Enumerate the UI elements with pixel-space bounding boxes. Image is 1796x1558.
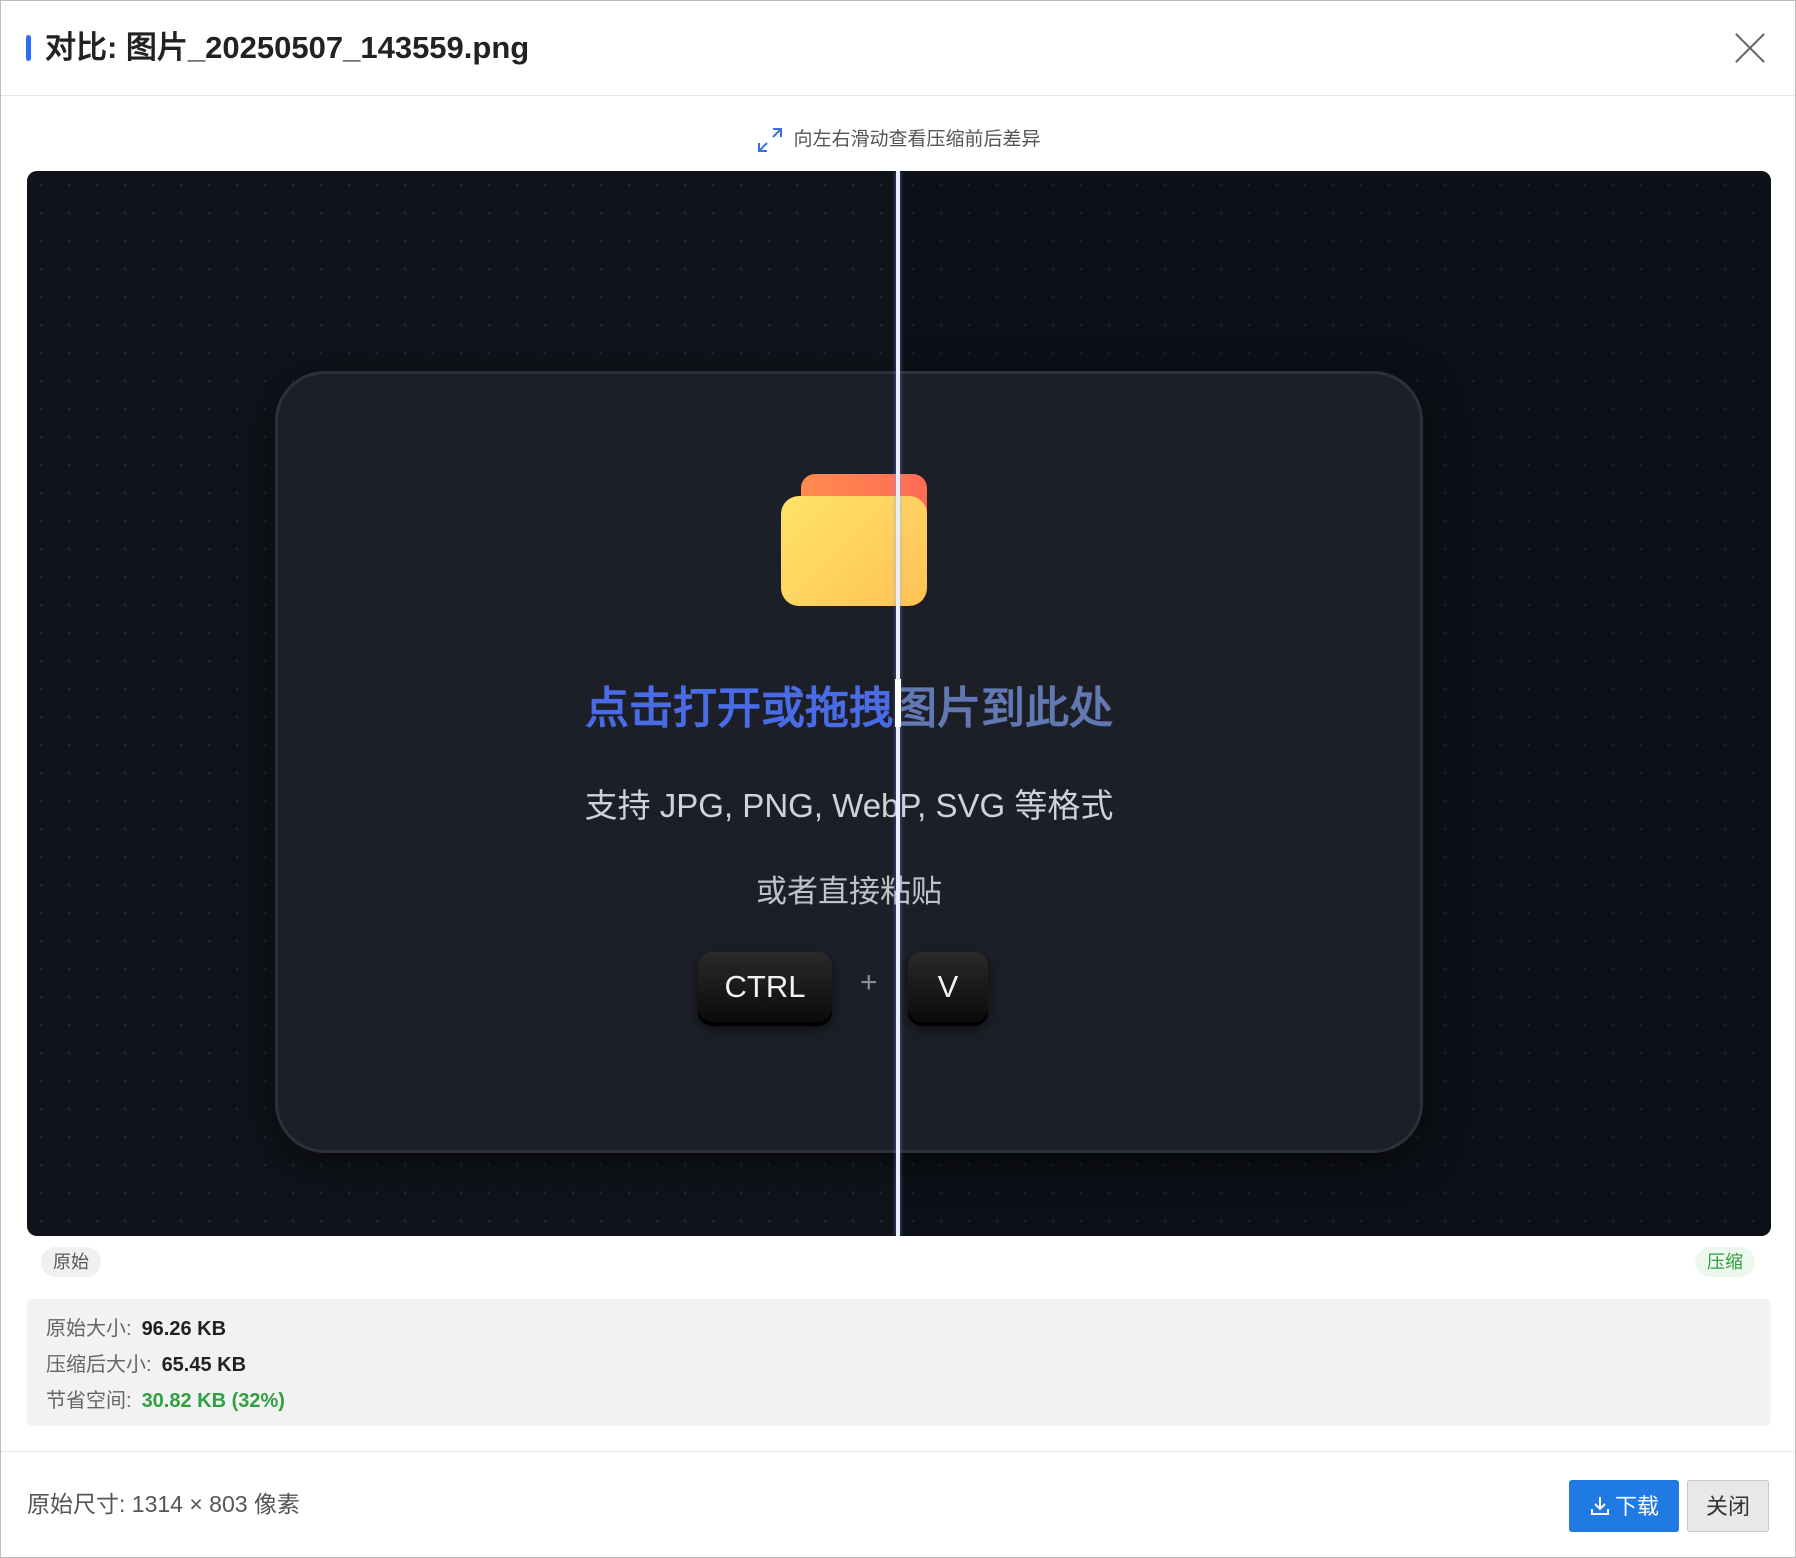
download-icon bbox=[1590, 1497, 1609, 1515]
shortcut-keys: CTRL + V bbox=[278, 952, 1420, 1030]
download-button-label: 下载 bbox=[1614, 1494, 1659, 1519]
paste-hint: 或者直接粘贴 bbox=[756, 874, 942, 909]
folder-icon bbox=[781, 474, 927, 606]
slide-hint: 向左右滑动查看压缩前后差异 bbox=[1, 124, 1795, 156]
download-button[interactable]: 下载 bbox=[1569, 1480, 1679, 1532]
dialog-title: 对比: 图片_20250507_143559.png bbox=[45, 30, 530, 65]
slider-grip[interactable] bbox=[895, 679, 901, 727]
preview-drop-card: 点击打开或拖拽图片到此处 支持 JPG, PNG, WebP, SVG 等格式 … bbox=[275, 371, 1423, 1153]
compressed-label: 压缩 bbox=[1695, 1247, 1755, 1277]
v-key: V bbox=[908, 952, 988, 1022]
compare-dialog: 对比: 图片_20250507_143559.png 向左右滑动查看压缩前后差异… bbox=[0, 0, 1796, 1558]
original-size-row: 原始大小: 96.26 KB bbox=[46, 1311, 226, 1347]
stats-panel: 原始大小: 96.26 KB 压缩后大小: 65.45 KB 节省空间: 30.82 … bbox=[27, 1299, 1771, 1426]
dialog-footer: 原始尺寸: 1314 × 803 像素 下载 关闭 bbox=[1, 1451, 1795, 1558]
supported-formats: 支持 JPG, PNG, WebP, SVG 等格式 bbox=[584, 787, 1114, 824]
compressed-size-label: 压缩后大小: bbox=[46, 1354, 152, 1376]
dialog-header: 对比: 图片_20250507_143559.png bbox=[1, 1, 1795, 96]
compressed-size-value: 65.45 KB bbox=[161, 1354, 247, 1376]
expand-arrows-icon bbox=[758, 127, 783, 152]
drop-title-part2: 图片到此处 bbox=[893, 684, 1113, 733]
close-icon[interactable] bbox=[1733, 31, 1767, 65]
drop-title: 点击打开或拖拽图片到此处 bbox=[278, 679, 1420, 739]
saved-space-value: 30.82 KB (32%) bbox=[141, 1390, 285, 1412]
original-size-label: 原始大小: bbox=[46, 1318, 132, 1340]
plus-sign: + bbox=[860, 966, 878, 999]
drop-title-part1: 点击打开或拖拽 bbox=[585, 684, 893, 733]
saved-space-label: 节省空间: bbox=[46, 1390, 132, 1412]
original-label: 原始 bbox=[41, 1247, 101, 1277]
original-dimensions: 原始尺寸: 1314 × 803 像素 bbox=[27, 1491, 300, 1517]
original-size-value: 96.26 KB bbox=[141, 1318, 227, 1340]
slide-hint-text: 向左右滑动查看压缩前后差异 bbox=[793, 129, 1041, 150]
close-button[interactable]: 关闭 bbox=[1687, 1480, 1769, 1532]
ctrl-key: CTRL bbox=[698, 952, 832, 1022]
title-accent-bar bbox=[26, 35, 31, 61]
compressed-size-row: 压缩后大小: 65.45 KB bbox=[46, 1347, 246, 1383]
comparison-viewer[interactable]: 点击打开或拖拽图片到此处 支持 JPG, PNG, WebP, SVG 等格式 … bbox=[27, 171, 1771, 1236]
saved-space-row: 节省空间: 30.82 KB (32%) bbox=[46, 1383, 285, 1419]
